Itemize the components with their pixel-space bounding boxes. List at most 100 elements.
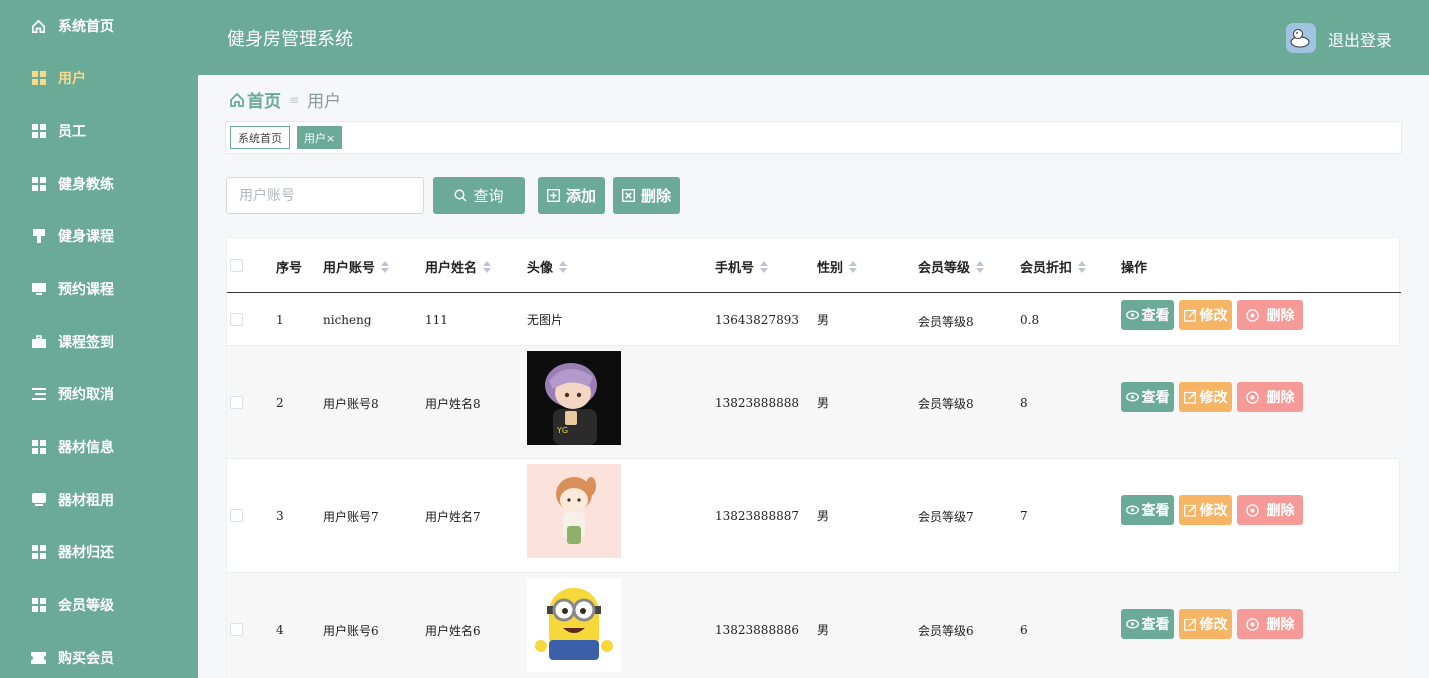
view-button[interactable]: 查看 [1121,495,1174,525]
batch-delete-button[interactable]: 删除 [613,177,680,214]
header-index: 序号 [276,257,302,276]
add-button[interactable]: 添加 [538,177,605,214]
sidebar-item-label: 器材信息 [58,440,114,456]
edit-button[interactable]: 修改 [1179,300,1232,330]
sidebar-item-rental[interactable]: 器材租用 [0,474,198,526]
delete-button[interactable]: 删除 [1237,300,1303,330]
sidebar-item-label: 器材归还 [58,545,114,561]
cell-discount: 6 [1020,623,1028,637]
logout-button[interactable]: 退出登录 [1328,27,1392,51]
sort-icon[interactable] [760,260,769,273]
sort-icon[interactable] [483,260,492,273]
sidebar-item-level[interactable]: 会员等级 [0,579,198,631]
breadcrumb-home[interactable]: 首页 [247,87,281,112]
sidebar-item-staff[interactable]: 员工 [0,105,198,157]
sidebar-item-label: 健身教练 [58,177,114,193]
edit-icon [1183,391,1197,404]
sidebar-item-label: 预约取消 [58,387,114,403]
sidebar-item-checkin[interactable]: 课程签到 [0,316,198,368]
header-avatar-label: 头像 [527,261,554,276]
sidebar-item-label: 器材租用 [58,493,114,509]
header-phone[interactable]: 手机号 [715,257,769,276]
view-button[interactable]: 查看 [1121,382,1174,412]
tab-home[interactable]: 系统首页 [230,126,290,149]
search-input[interactable] [226,177,424,214]
delete-button[interactable]: 删除 [1237,609,1303,639]
briefcase-icon [31,335,46,350]
sidebar-item-booking[interactable]: 预约课程 [0,263,198,315]
edit-button[interactable]: 修改 [1179,609,1232,639]
sidebar-item-user[interactable]: 用户 [0,52,198,104]
sidebar-item-course[interactable]: 健身课程 [0,210,198,262]
header-account[interactable]: 用户账号 [323,257,390,276]
view-label: 查看 [1141,308,1170,324]
header-index-label: 序号 [276,261,303,276]
header-level[interactable]: 会员等级 [918,257,985,276]
monitor-icon [31,282,46,297]
edit-label: 修改 [1199,308,1228,324]
cell-phone: 13823888887 [715,509,799,523]
grid-icon [31,124,46,139]
top-header: 健身房管理系统 退出登录 [198,0,1429,75]
tab-user[interactable]: 用户× [297,126,343,149]
sort-icon[interactable] [849,260,858,273]
header-gender-label: 性别 [817,261,844,276]
view-button[interactable]: 查看 [1121,300,1174,330]
cell-account: 用户账号8 [323,397,379,411]
header-discount[interactable]: 会员折扣 [1020,257,1087,276]
cell-account: nicheng [323,313,372,327]
cell-index: 1 [276,313,284,327]
sidebar-item-cancel[interactable]: 预约取消 [0,368,198,420]
cell-account: 用户账号6 [323,624,379,638]
header-discount-label: 会员折扣 [1020,261,1073,276]
sidebar-item-equipment[interactable]: 器材信息 [0,421,198,473]
row-checkbox[interactable] [230,623,243,636]
sort-icon[interactable] [976,260,985,273]
view-button[interactable]: 查看 [1121,609,1174,639]
delete-button[interactable]: 删除 [1237,495,1303,525]
header-name-label: 用户姓名 [425,261,478,276]
delete-label: 删除 [640,187,671,205]
sort-icon[interactable] [559,260,568,273]
delete-button[interactable]: 删除 [1237,382,1303,412]
delete-label: 删除 [1266,390,1295,406]
sort-icon[interactable] [381,260,390,273]
select-all-checkbox[interactable] [230,259,243,272]
header-avatar[interactable]: 头像 [527,257,568,276]
duck-icon [1290,29,1310,48]
add-label: 添加 [565,187,596,205]
header-actions: 操作 [1121,257,1147,276]
close-circle-icon [1245,390,1259,404]
avatar-image [527,578,621,672]
row-checkbox[interactable] [230,396,243,409]
grid-icon [31,440,46,455]
eye-icon [1125,392,1139,402]
header-gender[interactable]: 性别 [817,257,858,276]
cell-level: 会员等级8 [918,315,974,329]
sidebar: 系统首页 用户 员工 健身教练 健身课程 预约课程 课程签到 预约取消 器材信息… [0,0,198,678]
table-header: 序号 用户账号 用户姓名 头像 手机号 性别 会员等级 会员折扣 操作 [227,238,1401,293]
query-button[interactable]: 查询 [433,177,525,214]
cell-gender: 男 [817,313,830,327]
sidebar-item-coach[interactable]: 健身教练 [0,158,198,210]
search-icon [454,189,467,202]
header-name[interactable]: 用户姓名 [425,257,492,276]
sidebar-item-buy[interactable]: 购买会员 [0,632,198,678]
svg-text:YG: YG [556,426,568,435]
delete-label: 删除 [1266,503,1295,519]
avatar[interactable] [1286,23,1316,53]
sidebar-item-return[interactable]: 器材归还 [0,526,198,578]
edit-label: 修改 [1199,617,1228,633]
sidebar-item-label: 员工 [58,124,86,140]
cell-level: 会员等级7 [918,510,974,524]
cell-avatar-text: 无图片 [527,313,564,327]
edit-button[interactable]: 修改 [1179,495,1232,525]
sidebar-item-home[interactable]: 系统首页 [0,0,198,52]
sort-icon[interactable] [1078,260,1087,273]
row-checkbox[interactable] [230,313,243,326]
view-label: 查看 [1141,503,1170,519]
header-account-label: 用户账号 [323,261,376,276]
cell-level: 会员等级8 [918,397,974,411]
edit-button[interactable]: 修改 [1179,382,1232,412]
row-checkbox[interactable] [230,509,243,522]
